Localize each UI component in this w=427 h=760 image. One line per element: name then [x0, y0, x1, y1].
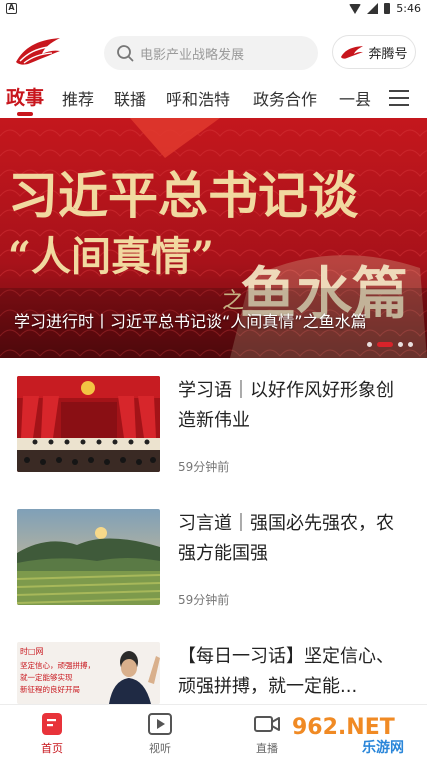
waving-photo: 时□网 坚定信心，顽强拼搏， 就一定能够实现 新征程的良好开局: [17, 642, 160, 704]
status-icons: 5:46: [349, 2, 421, 15]
tab-video[interactable]: 视听: [130, 711, 190, 756]
tab-home-label: 首页: [41, 742, 63, 755]
tab-home[interactable]: 首页: [22, 711, 82, 756]
carousel-dot[interactable]: [367, 342, 372, 347]
live-camera-icon: [254, 716, 280, 732]
benteng-button[interactable]: 奔腾号: [332, 35, 416, 69]
meeting-hall-photo: [17, 376, 160, 472]
battery-icon: [384, 3, 391, 14]
tab-video-label: 视听: [149, 742, 171, 755]
tab-huhehaote[interactable]: 呼和浩特: [166, 86, 230, 110]
notification-a-icon: A: [6, 3, 17, 14]
search-bar[interactable]: 电影产业战略发展: [104, 36, 318, 70]
tab-zhengshi[interactable]: 政事: [6, 83, 44, 110]
category-nav: 政事 推荐 联播 呼和浩特 政务合作 一县: [0, 80, 427, 116]
wifi-icon: [349, 3, 362, 14]
tab-lianbo[interactable]: 联播: [114, 86, 146, 110]
news-time: 59分钟前: [178, 593, 230, 607]
carousel-dot[interactable]: [398, 342, 403, 347]
thumb3-line3: 新征程的良好开局: [20, 684, 80, 694]
menu-icon[interactable]: [389, 89, 409, 107]
banner-art-line2: “人间真情”: [8, 233, 214, 280]
search-placeholder: 电影产业战略发展: [140, 47, 245, 63]
news-thumbnail: [17, 376, 160, 472]
tab-yixian[interactable]: 一县: [339, 86, 371, 110]
carousel-dot[interactable]: [408, 342, 413, 347]
app-header: 电影产业战略发展 奔腾号: [0, 28, 427, 76]
banner-art-line1: 习近平总书记谈: [8, 166, 359, 225]
news-title: 习言道｜强国必先强农，农强方能国强: [178, 513, 394, 564]
video-play-icon: [148, 713, 172, 735]
status-bar: A 5:46: [0, 0, 427, 18]
home-icon: [42, 713, 62, 735]
banner-caption: 学习进行时丨习近平总书记谈“人间真情”之鱼水篇: [14, 312, 367, 331]
news-thumbnail: [17, 509, 160, 605]
search-icon: [117, 45, 134, 62]
news-time: 59分钟前: [178, 460, 230, 474]
tab-zhengwu-hezuo[interactable]: 政务合作: [253, 86, 317, 110]
app-logo-icon[interactable]: [14, 34, 62, 68]
banner-carousel[interactable]: 习近平总书记谈 “人间真情” 之 鱼水篇 学习进行时丨习近平总书记谈“人间真情”…: [0, 118, 427, 358]
status-time: 5:46: [396, 2, 421, 15]
news-thumbnail: 时□网 坚定信心，顽强拼搏， 就一定能够实现 新征程的良好开局: [17, 642, 160, 704]
carousel-dot-active[interactable]: [377, 342, 393, 347]
benteng-label: 奔腾号: [368, 46, 408, 62]
thumb3-line2: 就一定能够实现: [20, 672, 73, 682]
benteng-horse-icon: [341, 46, 364, 59]
thumb3-brand: 时□网: [20, 646, 44, 656]
news-item[interactable]: 习言道｜强国必先强农，农强方能国强 59分钟前: [0, 509, 427, 629]
watermark-name: 乐游网: [362, 739, 404, 756]
news-item[interactable]: 学习语｜以好作风好形象创造新伟业 59分钟前: [0, 376, 427, 496]
watermark-logo: 962.NET 乐游网: [288, 710, 420, 756]
news-title: 【每日一习话】坚定信心、顽强拼搏，就一定能...: [178, 646, 394, 697]
signal-icon: [367, 3, 379, 14]
active-tab-indicator: [17, 112, 33, 116]
watermark-brand: 962.NET: [292, 715, 395, 740]
tab-tuijian[interactable]: 推荐: [62, 86, 94, 110]
news-title: 学习语｜以好作风好形象创造新伟业: [178, 380, 394, 431]
thumb3-line1: 坚定信心，顽强拼搏，: [20, 660, 95, 670]
carousel-dots: [367, 342, 413, 347]
farmland-photo: [17, 509, 160, 605]
